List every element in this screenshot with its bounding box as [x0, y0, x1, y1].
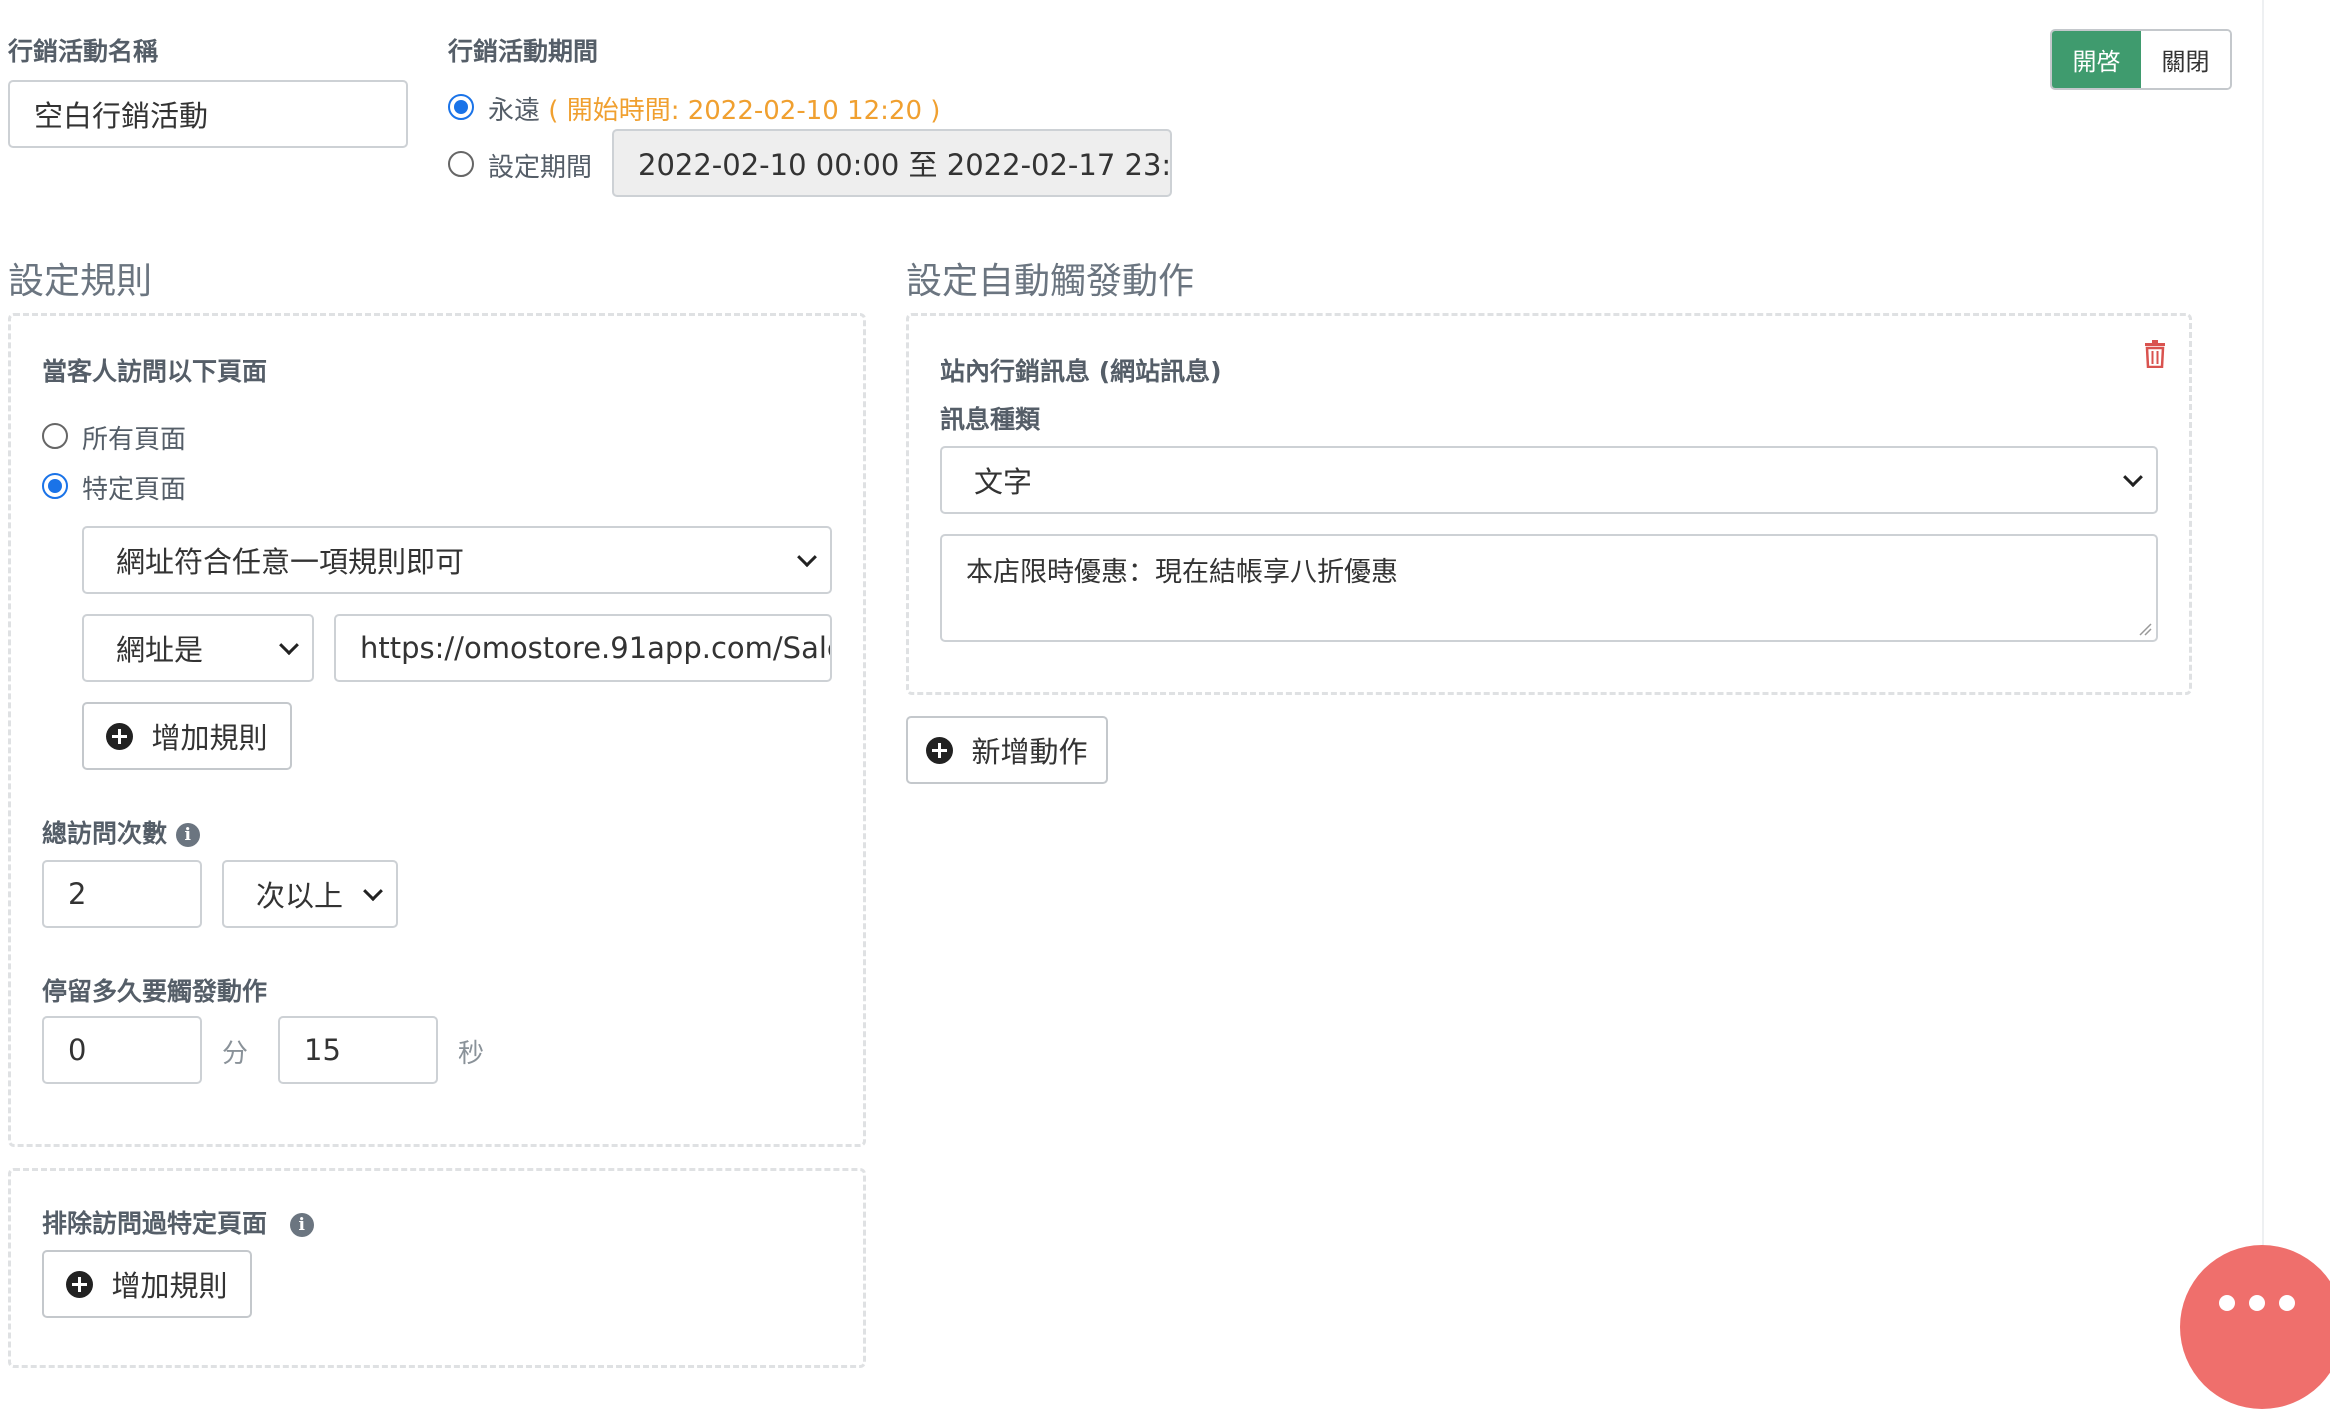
exclude-pages-label-text: 排除訪問過特定頁面 [42, 1209, 268, 1238]
custom-period-radio[interactable] [448, 151, 474, 177]
total-visits-operator-value: 次以上 [256, 879, 344, 913]
stay-duration-label: 停留多久要觸發動作 [42, 977, 268, 1006]
exclude-pages-label: 排除訪問過特定頁面 i [42, 1204, 314, 1240]
plus-circle-icon [926, 736, 954, 764]
message-type-select[interactable]: 文字 [940, 446, 2158, 514]
seconds-unit: 秒 [458, 1039, 485, 1069]
forever-label-text: 永遠 [488, 96, 541, 126]
custom-period-radio-label: 設定期間 [488, 153, 593, 183]
campaign-name-input[interactable]: 空白行銷活動 [8, 80, 408, 148]
info-icon[interactable]: i [289, 1213, 314, 1237]
action-title: 站內行銷訊息 (網站訊息) [940, 357, 1222, 386]
message-type-label: 訊息種類 [940, 405, 1041, 434]
exclude-add-rule-label: 增加規則 [111, 1269, 228, 1303]
plus-circle-icon [66, 1270, 94, 1298]
start-time-note: ( 開始時間: 2022-02-10 12:20 ) [548, 96, 941, 126]
forever-radio[interactable] [448, 94, 474, 120]
toggle-on-button[interactable]: 開啓 [2052, 31, 2141, 88]
resize-handle-icon[interactable] [2138, 622, 2152, 636]
chevron-down-icon [797, 547, 817, 568]
chevron-down-icon [2123, 467, 2143, 488]
all-pages-radio[interactable] [42, 423, 68, 449]
match-mode-select[interactable]: 網址符合任意一項規則即可 [82, 526, 832, 594]
chevron-down-icon [279, 635, 299, 656]
all-pages-label: 所有頁面 [82, 425, 187, 455]
url-operator-value: 網址是 [116, 633, 204, 667]
match-mode-value: 網址符合任意一項規則即可 [116, 545, 465, 579]
url-value-input[interactable]: https://omostore.91app.com/SalePage [334, 614, 832, 682]
plus-circle-icon [106, 722, 134, 750]
add-action-button[interactable]: 新增動作 [906, 716, 1108, 784]
stay-seconds-input[interactable]: 15 [278, 1016, 438, 1084]
message-textarea[interactable]: 本店限時優惠：現在結帳享八折優惠 [940, 534, 2158, 642]
forever-radio-label: 永遠 ( 開始時間: 2022-02-10 12:20 ) [488, 90, 940, 127]
message-type-value: 文字 [974, 465, 1033, 499]
info-icon[interactable]: i [175, 823, 200, 847]
message-text: 本店限時優惠：現在結帳享八折優惠 [966, 557, 1398, 588]
stay-minutes-input[interactable]: 0 [42, 1016, 202, 1084]
total-visits-input[interactable]: 2 [42, 860, 202, 928]
add-rule-button[interactable]: 增加規則 [82, 702, 292, 770]
add-rule-button-label: 增加規則 [151, 721, 268, 755]
url-operator-select[interactable]: 網址是 [82, 614, 314, 682]
campaign-period-label: 行銷活動期間 [448, 37, 599, 66]
rules-section-title: 設定規則 [8, 261, 153, 302]
campaign-status-toggle: 開啓 關閉 [2050, 29, 2232, 90]
specific-pages-radio[interactable] [42, 473, 68, 499]
specific-pages-label: 特定頁面 [82, 475, 187, 505]
total-visits-label: 總訪問次數 i [42, 814, 200, 850]
visit-pages-label: 當客人訪問以下頁面 [42, 357, 268, 386]
total-visits-label-text: 總訪問次數 [42, 819, 168, 848]
campaign-name-label: 行銷活動名稱 [8, 37, 159, 66]
add-action-button-label: 新增動作 [971, 735, 1088, 769]
total-visits-operator-select[interactable]: 次以上 [222, 860, 398, 928]
minutes-unit: 分 [222, 1039, 249, 1069]
exclude-add-rule-button[interactable]: 增加規則 [42, 1250, 252, 1318]
trash-icon[interactable] [2144, 340, 2166, 369]
custom-period-input[interactable]: 2022-02-10 00:00 至 2022-02-17 23:59 [612, 129, 1172, 197]
toggle-off-button[interactable]: 關閉 [2141, 31, 2230, 88]
right-divider [2262, 0, 2264, 1338]
actions-section-title: 設定自動觸發動作 [906, 261, 1195, 302]
chevron-down-icon [363, 881, 383, 902]
chat-more-button[interactable] [2180, 1245, 2330, 1409]
chat-more-icon [2219, 1295, 2295, 1311]
